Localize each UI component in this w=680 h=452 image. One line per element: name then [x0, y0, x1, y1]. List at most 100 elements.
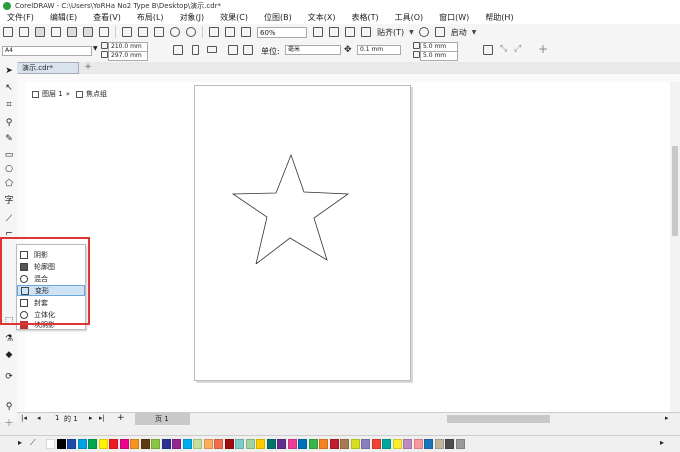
horizontal-scroll-thumb[interactable] [447, 415, 550, 423]
color-swatch[interactable] [424, 439, 433, 449]
pick-tool-icon[interactable]: ➤ [4, 66, 14, 76]
color-swatch[interactable] [151, 439, 160, 449]
vertical-scroll-thumb[interactable] [672, 146, 678, 236]
text-tool-icon[interactable]: 字 [4, 196, 14, 206]
zoom-level-select[interactable]: 60% [257, 26, 307, 38]
dimension-tool-icon[interactable]: ⟋ [4, 214, 14, 224]
color-swatch[interactable] [340, 439, 349, 449]
color-swatch[interactable] [109, 439, 118, 449]
page-height-field[interactable]: 297.0 mm [108, 51, 148, 61]
color-swatch[interactable] [319, 439, 328, 449]
palette-scroll-right-icon[interactable]: ▸ [660, 438, 664, 447]
color-swatch[interactable] [287, 439, 297, 449]
color-swatch[interactable] [277, 439, 286, 449]
color-swatch[interactable] [88, 439, 97, 449]
color-swatch[interactable] [67, 439, 76, 449]
color-swatch[interactable] [350, 439, 360, 449]
menu-edit[interactable]: 编辑(E) [43, 12, 77, 23]
color-swatch[interactable] [266, 439, 276, 449]
launch-icon[interactable] [434, 27, 445, 37]
add-tool-icon[interactable]: + [4, 417, 14, 428]
page-size-chevron-icon[interactable]: ▼ [93, 45, 98, 52]
copy-icon[interactable] [138, 27, 148, 37]
color-swatch[interactable] [235, 439, 244, 449]
menu-table[interactable]: 表格(T) [344, 12, 378, 23]
current-page-icon[interactable] [243, 45, 253, 55]
breadcrumb-layer[interactable]: 图层 1 [42, 89, 63, 99]
menu-text[interactable]: 文本(X) [301, 12, 336, 23]
cut-icon[interactable] [122, 27, 132, 37]
menu-layout[interactable]: 布局(L) [130, 12, 164, 23]
duplicate-distance-y[interactable]: 5.0 mm [420, 51, 458, 61]
color-swatch[interactable] [413, 439, 423, 449]
palette-scroll-left-icon[interactable]: ▸ [18, 438, 22, 447]
color-swatch[interactable] [329, 439, 339, 449]
freehand-tool-icon[interactable]: ✎ [4, 134, 14, 144]
export-cloud-icon[interactable] [83, 27, 93, 37]
add-icon[interactable]: + [538, 42, 548, 56]
unit-select[interactable]: 毫米 [285, 45, 341, 55]
polygon-tool-icon[interactable]: ⬠ [4, 179, 14, 189]
crop-tool-icon[interactable]: ⌗ [4, 100, 14, 110]
paste-icon[interactable] [154, 27, 164, 37]
landscape-icon[interactable] [207, 46, 217, 53]
color-swatch[interactable] [455, 439, 465, 449]
bleed-icon[interactable] [483, 45, 493, 55]
color-swatch[interactable] [434, 439, 444, 449]
save-icon[interactable] [35, 27, 45, 37]
color-swatch[interactable] [119, 439, 129, 449]
color-swatch[interactable] [224, 439, 234, 449]
color-swatch[interactable] [193, 439, 202, 449]
export-icon[interactable] [225, 27, 235, 37]
menu-bitmaps[interactable]: 位图(B) [257, 12, 292, 23]
snap-to-menu[interactable]: 贴齐(T) [377, 27, 404, 38]
last-page-icon[interactable]: ▸| [99, 414, 105, 422]
new-document-icon[interactable] [3, 27, 13, 37]
eyedropper-icon[interactable]: ⟋ [30, 438, 36, 448]
color-swatch[interactable] [382, 439, 391, 449]
menu-view[interactable]: 查看(V) [86, 12, 121, 23]
import-icon[interactable] [209, 27, 219, 37]
add-page-icon[interactable]: + [117, 413, 125, 423]
shape-tool-icon[interactable]: ↖ [4, 83, 14, 93]
nudge-distance-field[interactable]: 0.1 mm [357, 45, 401, 55]
color-swatch[interactable] [403, 439, 412, 449]
ellipse-tool-icon[interactable]: ○ [4, 164, 14, 174]
publish-pdf-icon[interactable] [241, 27, 251, 37]
color-swatch[interactable] [161, 439, 171, 449]
color-swatch[interactable] [392, 439, 402, 449]
launch-menu[interactable]: 启动 [451, 27, 467, 38]
vertical-scrollbar[interactable] [670, 82, 680, 412]
open-icon[interactable] [19, 27, 29, 37]
color-swatch[interactable] [203, 439, 213, 449]
menu-help[interactable]: 帮助(H) [478, 12, 513, 23]
color-swatch[interactable] [361, 439, 370, 449]
color-swatch[interactable] [214, 439, 223, 449]
next-page-icon[interactable]: ▸ [89, 414, 93, 422]
cloud-icon[interactable] [51, 27, 61, 37]
full-screen-icon[interactable] [313, 27, 323, 37]
menu-effects[interactable]: 效果(C) [213, 12, 248, 23]
print-icon[interactable] [99, 27, 109, 37]
rectangle-tool-icon[interactable]: ▭ [4, 150, 14, 160]
color-swatch[interactable] [308, 439, 318, 449]
uniform-fill-icon[interactable] [4, 334, 14, 344]
menu-object[interactable]: 对象(J) [173, 12, 205, 23]
color-swatch[interactable] [140, 439, 150, 449]
first-page-icon[interactable]: |◂ [21, 414, 27, 422]
chevron-down-icon[interactable]: ▼ [472, 29, 477, 36]
menu-file[interactable]: 文件(F) [0, 12, 34, 23]
undo-icon[interactable] [170, 27, 180, 37]
redo-icon[interactable] [186, 27, 196, 37]
bezier-tool-icon[interactable] [4, 353, 14, 363]
color-swatch[interactable] [172, 439, 181, 449]
chevron-down-icon[interactable]: ▼ [409, 29, 414, 36]
menu-tools[interactable]: 工具(O) [388, 12, 424, 23]
breadcrumb-group[interactable]: 焦点组 [86, 89, 107, 99]
color-swatch[interactable] [182, 439, 192, 449]
treat-as-filled-icon[interactable]: ⤡ [500, 44, 507, 54]
color-swatch[interactable] [298, 439, 307, 449]
prev-page-icon[interactable]: ◂ [37, 414, 41, 422]
import-cloud-icon[interactable] [67, 27, 77, 37]
ruler-toggle-icon[interactable] [329, 27, 339, 37]
